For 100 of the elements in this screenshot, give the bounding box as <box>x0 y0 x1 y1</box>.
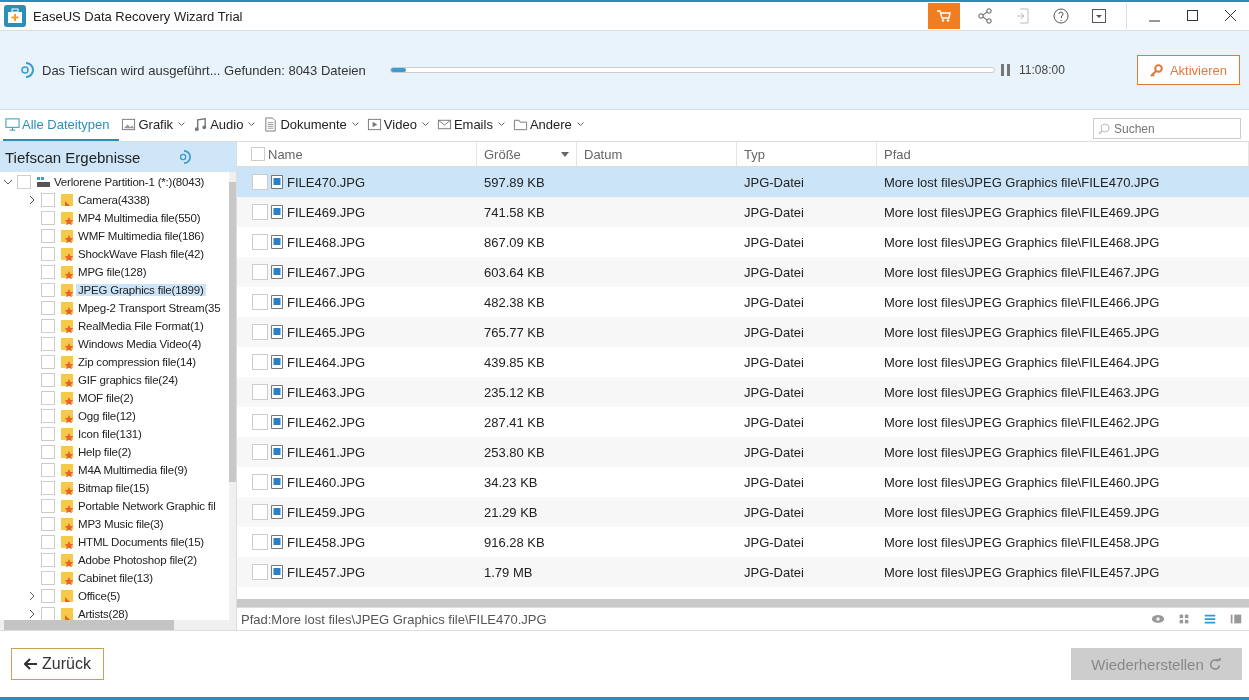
tree-item[interactable]: Cabinet file(13) <box>76 572 155 584</box>
file-row[interactable]: FILE463.JPG 235.12 KB JPG-Datei More lost files\JPEG Graphics file\FILE463.JPG <box>237 377 1249 407</box>
checkbox[interactable] <box>252 264 268 280</box>
tree-item[interactable]: Mpeg-2 Transport Stream(35 <box>76 302 223 314</box>
filter-tab[interactable]: Dokumente <box>261 110 365 141</box>
tree-item[interactable]: Ogg file(12) <box>76 410 138 422</box>
checkbox[interactable] <box>252 504 268 520</box>
checkbox[interactable] <box>41 337 55 351</box>
back-button[interactable]: Zurück <box>11 648 104 680</box>
checkbox[interactable] <box>41 373 55 387</box>
tree-item[interactable]: Artists(28) <box>76 608 131 620</box>
tree-item[interactable]: ShockWave Flash file(42) <box>76 248 206 260</box>
checkbox[interactable] <box>252 294 268 310</box>
tree-item[interactable]: Office(5) <box>76 590 123 602</box>
checkbox[interactable] <box>41 535 55 549</box>
caret-icon[interactable] <box>497 122 505 127</box>
column-header[interactable]: Größe <box>484 146 521 162</box>
file-row[interactable]: FILE466.JPG 482.38 KB JPG-Datei More lost files\JPEG Graphics file\FILE466.JPG <box>237 287 1249 317</box>
checkbox[interactable] <box>252 174 268 190</box>
checkbox[interactable] <box>41 445 55 459</box>
file-row[interactable]: FILE461.JPG 253.80 KB JPG-Datei More lost files\JPEG Graphics file\FILE461.JPG <box>237 437 1249 467</box>
file-row[interactable]: FILE468.JPG 867.09 KB JPG-Datei More lost files\JPEG Graphics file\FILE468.JPG <box>237 227 1249 257</box>
cart-button[interactable] <box>928 3 960 29</box>
pause-icon[interactable] <box>1001 64 1011 76</box>
tree-item[interactable]: Camera(4338) <box>76 194 152 206</box>
tree-item[interactable]: Verlorene Partition-1 (*:)(8043) <box>52 176 207 188</box>
checkbox[interactable] <box>41 553 55 567</box>
checkbox[interactable] <box>252 414 268 430</box>
checkbox[interactable] <box>252 474 268 490</box>
tree-item[interactable]: RealMedia File Format(1) <box>76 320 206 332</box>
file-row[interactable]: FILE470.JPG 597.89 KB JPG-Datei More lost files\JPEG Graphics file\FILE470.JPG <box>237 167 1249 197</box>
checkbox[interactable] <box>41 283 55 297</box>
file-row[interactable]: FILE465.JPG 765.77 KB JPG-Datei More lost files\JPEG Graphics file\FILE465.JPG <box>237 317 1249 347</box>
file-row[interactable]: FILE459.JPG 21.29 KB JPG-Datei More lost files\JPEG Graphics file\FILE459.JPG <box>237 497 1249 527</box>
checkbox[interactable] <box>41 247 55 261</box>
tree-item[interactable]: MP3 Music file(3) <box>76 518 166 530</box>
filter-tab[interactable]: Grafik <box>119 110 192 141</box>
filter-tab[interactable]: Audio <box>191 110 262 141</box>
caret-icon[interactable] <box>351 122 359 127</box>
horizontal-scrollbar[interactable] <box>237 599 1249 607</box>
tree-item[interactable]: MOF file(2) <box>76 392 136 404</box>
file-row[interactable]: FILE467.JPG 603.64 KB JPG-Datei More lost files\JPEG Graphics file\FILE467.JPG <box>237 257 1249 287</box>
select-all-checkbox[interactable] <box>251 147 265 161</box>
caret-icon[interactable] <box>576 122 584 127</box>
vertical-scrollbar[interactable] <box>229 172 236 620</box>
checkbox[interactable] <box>41 589 55 603</box>
checkbox[interactable] <box>41 355 55 369</box>
checkbox[interactable] <box>41 517 55 531</box>
tree-item[interactable]: JPEG Graphics file(1899) <box>76 284 206 296</box>
filter-tab[interactable]: Video <box>364 110 435 141</box>
checkbox[interactable] <box>252 204 268 220</box>
column-header[interactable]: Pfad <box>884 146 911 162</box>
tree-item[interactable]: MPG file(128) <box>76 266 149 278</box>
file-row[interactable]: FILE464.JPG 439.85 KB JPG-Datei More lost files\JPEG Graphics file\FILE464.JPG <box>237 347 1249 377</box>
checkbox[interactable] <box>252 234 268 250</box>
file-row[interactable]: FILE460.JPG 34.23 KB JPG-Datei More lost files\JPEG Graphics file\FILE460.JPG <box>237 467 1249 497</box>
caret-icon[interactable] <box>421 122 429 127</box>
checkbox[interactable] <box>252 444 268 460</box>
file-row[interactable]: FILE458.JPG 916.28 KB JPG-Datei More lost files\JPEG Graphics file\FILE458.JPG <box>237 527 1249 557</box>
checkbox[interactable] <box>41 571 55 585</box>
tree-item[interactable]: Portable Network Graphic fil <box>76 500 218 512</box>
checkbox[interactable] <box>252 534 268 550</box>
checkbox[interactable] <box>41 319 55 333</box>
checkbox[interactable] <box>41 391 55 405</box>
tree-item[interactable]: HTML Documents file(15) <box>76 536 206 548</box>
caret-icon[interactable] <box>178 122 186 127</box>
checkbox[interactable] <box>252 354 268 370</box>
search-field[interactable]: Suchen <box>1093 118 1241 139</box>
checkbox[interactable] <box>252 564 268 580</box>
checkbox[interactable] <box>41 481 55 495</box>
tree-item[interactable]: WMF Multimedia file(186) <box>76 230 207 242</box>
sort-descending-icon[interactable] <box>561 151 569 157</box>
checkbox[interactable] <box>41 463 55 477</box>
tree-item[interactable]: Adobe Photoshop file(2) <box>76 554 199 566</box>
checkbox[interactable] <box>252 324 268 340</box>
tree-item[interactable]: MP4 Multimedia file(550) <box>76 212 203 224</box>
filter-tab[interactable]: Andere <box>510 110 590 141</box>
tree-item[interactable]: Zip compression file(14) <box>76 356 198 368</box>
checkbox[interactable] <box>41 301 55 315</box>
checkbox[interactable] <box>41 265 55 279</box>
file-row[interactable]: FILE457.JPG 1.79 MB JPG-Datei More lost files\JPEG Graphics file\FILE457.JPG <box>237 557 1249 587</box>
column-header[interactable]: Typ <box>744 146 765 162</box>
file-row[interactable]: FILE462.JPG 287.41 KB JPG-Datei More lost files\JPEG Graphics file\FILE462.JPG <box>237 407 1249 437</box>
column-header[interactable]: Name <box>268 146 303 162</box>
checkbox[interactable] <box>252 384 268 400</box>
tree-item[interactable]: Icon file(131) <box>76 428 144 440</box>
tree-item[interactable]: Windows Media Video(4) <box>76 338 204 350</box>
tree-item[interactable]: M4A Multimedia file(9) <box>76 464 190 476</box>
file-row[interactable]: FILE469.JPG 741.58 KB JPG-Datei More lost files\JPEG Graphics file\FILE469.JPG <box>237 197 1249 227</box>
checkbox[interactable] <box>41 409 55 423</box>
checkbox[interactable] <box>41 193 55 207</box>
checkbox[interactable] <box>41 499 55 513</box>
checkbox[interactable] <box>41 211 55 225</box>
tree-item[interactable]: Bitmap file(15) <box>76 482 152 494</box>
column-header[interactable]: Datum <box>584 146 623 162</box>
caret-icon[interactable] <box>248 122 256 127</box>
filter-tab[interactable]: Emails <box>434 110 511 141</box>
checkbox[interactable] <box>17 175 31 189</box>
tree-item[interactable]: Help file(2) <box>76 446 134 458</box>
checkbox[interactable] <box>41 427 55 441</box>
